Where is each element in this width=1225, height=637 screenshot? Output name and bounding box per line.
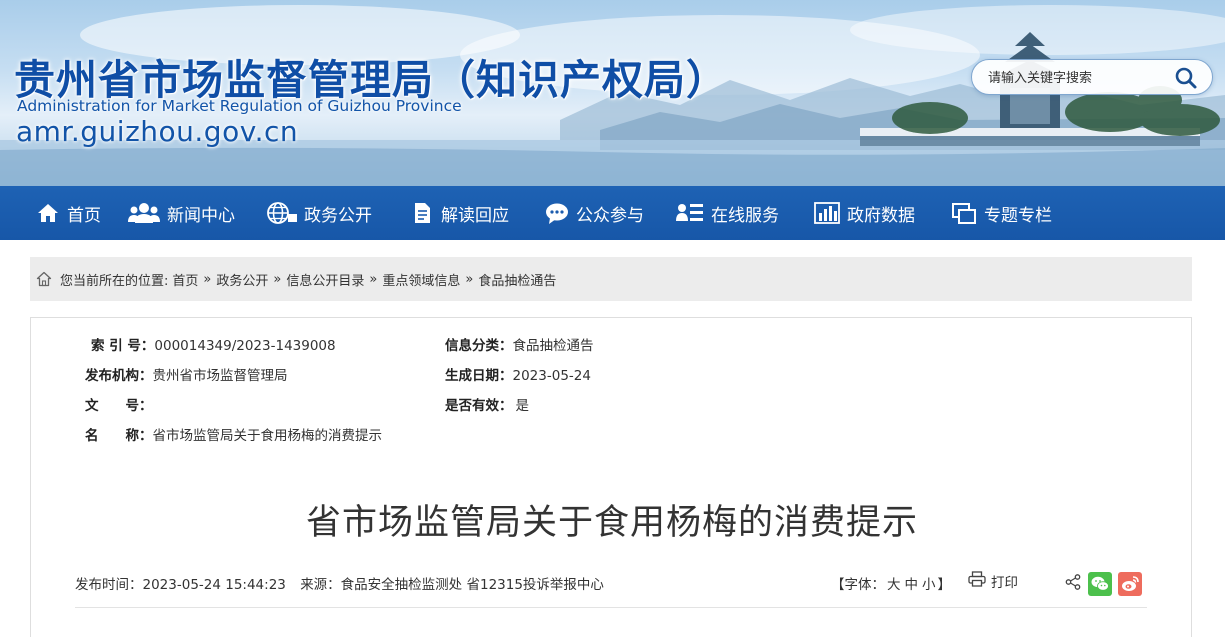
meta-index-label: 索 引 号： xyxy=(91,338,155,354)
breadcrumb-prefix: 您当前所在的位置: xyxy=(60,273,169,289)
font-size-large[interactable]: 大 xyxy=(887,577,901,593)
home-icon xyxy=(36,201,60,225)
meta-docno-label: 文 号： xyxy=(85,398,153,414)
breadcrumb-separator: » xyxy=(203,271,212,287)
search-icon[interactable] xyxy=(1174,66,1198,90)
breadcrumb-link-gov-affairs[interactable]: 政务公开 xyxy=(216,270,268,289)
site-url: amr.guizhou.gov.cn xyxy=(16,115,299,148)
meta-valid-value: 是 xyxy=(515,398,530,414)
print-button[interactable]: 打印 xyxy=(968,571,1018,591)
font-size-control: 【字体：大中小】 xyxy=(831,573,951,593)
search-input[interactable] xyxy=(988,67,1168,89)
meta-date-label: 生成日期： xyxy=(445,368,513,384)
main-nav: 首页 新闻中心 政务公开 解读回应 公众参与 在线服务 政府数据 专题专栏 xyxy=(0,186,1225,240)
breadcrumb: 您当前所在的位置: 首页 » 政务公开 » 信息公开目录 » 重点领域信息 » … xyxy=(30,257,1192,301)
meta-category: 信息分类：食品抽检通告 xyxy=(445,334,594,354)
header-banner: 贵州省市场监督管理局（知识产权局） Administration for Mar… xyxy=(0,0,1225,186)
meta-category-value: 食品抽检通告 xyxy=(512,338,594,354)
nav-item-online-service[interactable]: 在线服务 xyxy=(676,186,779,240)
meta-name: 名 称：省市场监管局关于食用杨梅的消费提示 xyxy=(85,424,382,444)
nav-item-interpretation[interactable]: 解读回应 xyxy=(410,186,509,240)
nav-item-home[interactable]: 首页 xyxy=(36,186,101,240)
site-title-english: Administration for Market Regulation of … xyxy=(17,97,462,115)
meta-valid-label: 是否有效： xyxy=(445,398,513,414)
font-size-label: 【字体： xyxy=(831,577,885,593)
breadcrumb-link-key-areas[interactable]: 重点领域信息 xyxy=(382,270,460,289)
font-size-medium[interactable]: 中 xyxy=(905,577,919,593)
article-source: 来源：食品安全抽检监测处 省12315投诉举报中心 xyxy=(300,577,604,593)
wechat-share-icon[interactable] xyxy=(1088,572,1112,596)
print-label: 打印 xyxy=(991,575,1018,591)
meta-publisher: 发布机构：贵州省市场监督管理局 xyxy=(85,364,288,384)
meta-publisher-label: 发布机构： xyxy=(85,368,153,384)
windows-icon xyxy=(952,201,977,225)
bar-chart-icon xyxy=(814,201,840,225)
meta-valid: 是否有效：是 xyxy=(445,394,529,414)
nav-item-participation[interactable]: 公众参与 xyxy=(545,186,644,240)
breadcrumb-link-food-sampling[interactable]: 食品抽检通告 xyxy=(478,270,556,289)
printer-icon xyxy=(968,571,991,591)
meta-date: 生成日期：2023-05-24 xyxy=(445,364,591,384)
font-size-label-end: 】 xyxy=(937,577,952,593)
article-title: 省市场监管局关于食用杨梅的消费提示 xyxy=(305,503,918,543)
nav-item-gov-affairs[interactable]: 政务公开 xyxy=(266,186,372,240)
font-size-small[interactable]: 小 xyxy=(922,577,936,593)
breadcrumb-separator: » xyxy=(273,271,282,287)
meta-publisher-value: 贵州省市场监督管理局 xyxy=(152,368,288,384)
share-icon[interactable] xyxy=(1065,574,1081,590)
divider xyxy=(75,607,1147,608)
meta-index: 索 引 号：000014349/2023-1439008 xyxy=(91,334,336,354)
meta-name-label: 名 称： xyxy=(85,428,153,444)
article-info: 发布时间：2023-05-24 15:44:23 来源：食品安全抽检监测处 省1… xyxy=(75,573,604,593)
nav-label: 政务公开 xyxy=(304,205,372,226)
breadcrumb-link-home[interactable]: 首页 xyxy=(172,270,198,289)
home-outline-icon xyxy=(36,271,52,287)
people-icon xyxy=(128,201,160,225)
breadcrumb-link-catalog[interactable]: 信息公开目录 xyxy=(286,270,364,289)
nav-label: 在线服务 xyxy=(711,205,779,226)
publish-time: 发布时间：2023-05-24 15:44:23 xyxy=(75,577,286,593)
search-box xyxy=(971,59,1213,95)
nav-label: 公众参与 xyxy=(576,205,644,226)
document-icon xyxy=(410,201,434,225)
article-panel: 索 引 号：000014349/2023-1439008 信息分类：食品抽检通告… xyxy=(30,317,1192,637)
list-user-icon xyxy=(676,201,704,225)
meta-docno: 文 号： xyxy=(85,394,153,414)
globe-icon xyxy=(266,201,297,225)
meta-name-value: 省市场监管局关于食用杨梅的消费提示 xyxy=(152,428,383,444)
nav-label: 新闻中心 xyxy=(167,205,235,226)
nav-label: 政府数据 xyxy=(847,205,915,226)
weibo-share-icon[interactable] xyxy=(1118,572,1142,596)
breadcrumb-separator: » xyxy=(369,271,378,287)
breadcrumb-separator: » xyxy=(465,271,474,287)
nav-item-gov-data[interactable]: 政府数据 xyxy=(814,186,915,240)
meta-date-value: 2023-05-24 xyxy=(512,368,591,384)
meta-index-value: 000014349/2023-1439008 xyxy=(154,338,336,354)
chat-icon xyxy=(545,201,569,225)
nav-item-special-topics[interactable]: 专题专栏 xyxy=(952,186,1052,240)
nav-item-news[interactable]: 新闻中心 xyxy=(128,186,235,240)
nav-label: 专题专栏 xyxy=(984,205,1052,226)
meta-category-label: 信息分类： xyxy=(445,338,513,354)
nav-label: 解读回应 xyxy=(441,205,509,226)
nav-label: 首页 xyxy=(67,205,101,226)
